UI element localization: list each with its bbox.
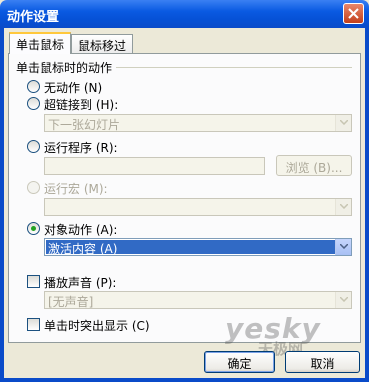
run-macro-label: 运行宏 (M):: [44, 182, 108, 196]
macro-select[interactable]: [44, 198, 352, 216]
title-bar[interactable]: 动作设置: [0, 0, 369, 28]
window-title: 动作设置: [7, 10, 60, 25]
close-button[interactable]: [343, 3, 364, 24]
object-action-value: 激活内容 (A): [46, 240, 340, 256]
object-action-select[interactable]: 激活内容 (A): [44, 238, 352, 256]
chevron-down-icon[interactable]: [335, 199, 351, 215]
sound-value: [无声音]: [48, 295, 94, 309]
hyperlink-label: 超链接到 (H):: [44, 98, 119, 112]
chevron-down-icon[interactable]: [335, 115, 351, 131]
window-frame-left: [0, 28, 4, 382]
ok-button[interactable]: 确定: [204, 351, 275, 373]
run-program-label: 运行程序 (R):: [44, 141, 118, 155]
play-sound-label: 播放声音 (P):: [44, 276, 117, 290]
highlight-click-label: 单击时突出显示 (C): [44, 319, 150, 333]
tab-mouse-over[interactable]: 鼠标移过: [71, 34, 133, 53]
sound-select[interactable]: [无声音]: [44, 291, 352, 309]
hyperlink-value: 下一张幻灯片: [48, 118, 121, 132]
group-divider: [116, 67, 352, 68]
radio-run-program[interactable]: [27, 140, 40, 153]
browse-button[interactable]: 浏览 (B)...: [276, 155, 352, 176]
radio-run-macro[interactable]: [27, 181, 40, 194]
play-sound-checkbox[interactable]: [27, 275, 40, 288]
chevron-down-icon[interactable]: [335, 239, 351, 255]
chevron-down-icon[interactable]: [335, 292, 351, 308]
radio-hyperlink[interactable]: [27, 97, 40, 110]
hyperlink-select[interactable]: 下一张幻灯片: [44, 114, 352, 132]
window-frame-right: [365, 28, 369, 382]
tab-mouse-click[interactable]: 单击鼠标: [9, 32, 71, 54]
program-path-input[interactable]: [44, 157, 265, 175]
radio-object-action[interactable]: [27, 222, 40, 235]
no-action-label: 无动作 (N): [44, 81, 103, 95]
window-frame-bottom: [0, 378, 369, 382]
radio-no-action[interactable]: [27, 80, 40, 93]
action-group-label: 单击鼠标时的动作: [16, 61, 113, 75]
tab-label: 单击鼠标: [16, 38, 65, 52]
tab-label: 鼠标移过: [78, 39, 127, 53]
cancel-button[interactable]: 取消: [285, 351, 360, 373]
object-action-label: 对象动作 (A):: [44, 223, 118, 237]
close-x-icon: [348, 8, 359, 19]
highlight-click-checkbox[interactable]: [27, 318, 40, 331]
